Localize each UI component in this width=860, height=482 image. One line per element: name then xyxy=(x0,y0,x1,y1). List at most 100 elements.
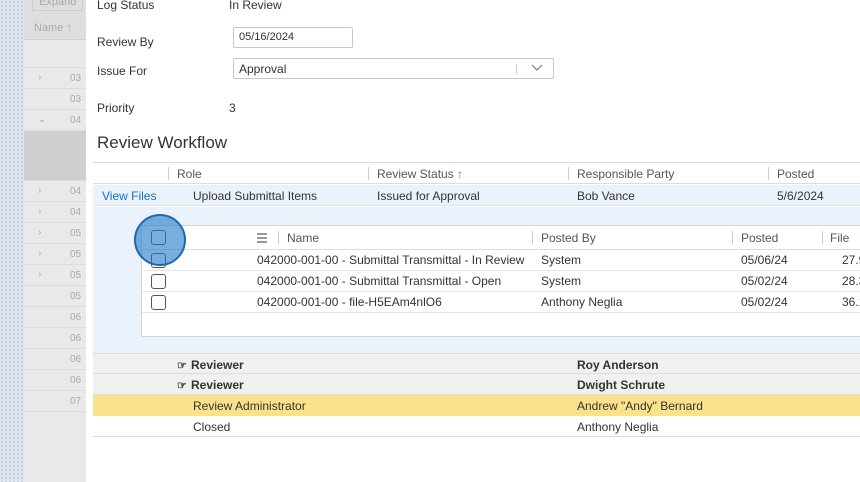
priority-value: 3 xyxy=(229,101,236,115)
background-grid-header: Expand Name ↑ xyxy=(24,0,86,40)
review-by-value: 05/16/2024 xyxy=(239,31,295,43)
list-item[interactable]: › 05 xyxy=(24,244,86,265)
file-size: 27.9 xyxy=(842,253,860,267)
filter-row xyxy=(24,40,86,68)
column-header-review-status[interactable]: Review Status ↑ xyxy=(377,167,463,181)
issue-for-value: Approval xyxy=(239,62,287,76)
list-item[interactable]: 05 xyxy=(24,286,86,307)
role-cell: Upload Submittal Items xyxy=(193,189,318,203)
column-divider xyxy=(822,231,823,244)
responsible-party-cell: Andrew "Andy" Bernard xyxy=(577,399,703,413)
chevron-right-icon[interactable]: › xyxy=(38,248,41,259)
menu-icon[interactable] xyxy=(257,233,267,245)
column-header-file[interactable]: File xyxy=(830,231,849,245)
file-row[interactable]: 042000-001-00 - file-H5EAm4nlO6 Anthony … xyxy=(142,292,860,313)
background-pattern xyxy=(0,0,24,482)
column-header-responsible-party[interactable]: Responsible Party xyxy=(577,167,674,181)
posted-date: 05/02/24 xyxy=(741,295,788,309)
responsible-party-cell: Dwight Schrute xyxy=(577,378,666,392)
role-cell: Review Administrator xyxy=(193,399,306,413)
role-cell: ☞ Reviewer xyxy=(177,358,244,372)
responsible-party-cell: Bob Vance xyxy=(577,189,635,203)
list-item[interactable]: › 04 xyxy=(24,202,86,223)
detail-panel: Log Status In Review Review By 05/16/202… xyxy=(86,0,860,482)
hand-pointer-icon: ☞ xyxy=(177,360,187,372)
workflow-table-header: Role Review Status ↑ Responsible Party P… xyxy=(93,162,860,184)
file-size: 36.1 xyxy=(842,295,860,309)
name-column-header[interactable]: Name ↑ xyxy=(34,22,72,34)
table-row[interactable]: Closed Anthony Neglia xyxy=(93,416,860,437)
files-table: Name Posted By Posted File 042000-001-00… xyxy=(141,225,860,337)
role-cell: ☞ Reviewer xyxy=(177,378,244,392)
log-status-value: In Review xyxy=(229,0,282,12)
role-cell: Closed xyxy=(193,420,231,434)
list-item[interactable]: 07 xyxy=(24,391,86,412)
column-header-posted[interactable]: Posted xyxy=(777,167,814,181)
list-item[interactable]: 06 xyxy=(24,370,86,391)
column-header-name[interactable]: Name xyxy=(287,231,319,245)
table-row[interactable]: View Files Upload Submittal Items Issued… xyxy=(93,185,860,206)
log-status-label: Log Status xyxy=(97,0,155,12)
column-divider xyxy=(768,167,769,180)
posted-date: 05/06/24 xyxy=(741,253,788,267)
column-divider xyxy=(368,167,369,180)
column-divider xyxy=(168,167,169,180)
issue-for-label: Issue For xyxy=(97,64,148,78)
files-table-header: Name Posted By Posted File xyxy=(142,226,860,250)
column-divider xyxy=(532,231,533,244)
file-name[interactable]: 042000-001-00 - Submittal Transmittal - … xyxy=(257,274,501,288)
list-item[interactable]: 03 xyxy=(24,89,86,110)
table-row[interactable]: ☞ Reviewer Roy Anderson xyxy=(93,353,860,374)
review-status-cell: Issued for Approval xyxy=(377,189,480,203)
column-divider xyxy=(568,167,569,180)
list-item[interactable]: 06 xyxy=(24,349,86,370)
responsible-party-cell: Roy Anderson xyxy=(577,358,659,372)
posted-by: System xyxy=(541,253,582,267)
table-row-highlighted[interactable]: Review Administrator Andrew "Andy" Berna… xyxy=(93,395,860,416)
chevron-down-icon[interactable] xyxy=(531,61,543,76)
table-row[interactable]: ☞ Reviewer Dwight Schrute xyxy=(93,374,860,395)
expand-button[interactable]: Expand xyxy=(32,0,84,11)
priority-label: Priority xyxy=(97,101,135,115)
column-header-role[interactable]: Role xyxy=(177,167,202,181)
column-divider xyxy=(278,231,279,244)
row-checkbox[interactable] xyxy=(151,274,166,289)
file-size: 28.3 xyxy=(842,274,860,288)
posted-by: System xyxy=(541,274,582,288)
section-title: Review Workflow xyxy=(97,133,228,152)
chevron-right-icon[interactable]: › xyxy=(38,269,41,280)
file-row[interactable]: 042000-001-00 - Submittal Transmittal - … xyxy=(142,271,860,292)
column-divider xyxy=(732,231,733,244)
list-item-selected[interactable] xyxy=(24,131,86,181)
row-checkbox[interactable] xyxy=(151,295,166,310)
list-item[interactable]: 06 xyxy=(24,307,86,328)
column-header-posted[interactable]: Posted xyxy=(741,231,778,245)
click-highlight-indicator xyxy=(134,214,186,266)
file-name[interactable]: 042000-001-00 - file-H5EAm4nlO6 xyxy=(257,295,442,309)
posted-by: Anthony Neglia xyxy=(541,295,623,309)
file-name[interactable]: 042000-001-00 - Submittal Transmittal - … xyxy=(257,253,524,267)
select-separator xyxy=(516,64,517,74)
review-by-label: Review By xyxy=(97,35,154,49)
list-item[interactable]: 06 xyxy=(24,328,86,349)
file-row[interactable]: 042000-001-00 - Submittal Transmittal - … xyxy=(142,250,860,271)
background-grid: Expand Name ↑ › 03 03 ⌄ 04 › 04 › 04 › 05 › 05… xyxy=(24,0,86,482)
list-item[interactable]: › 04 xyxy=(24,181,86,202)
list-item[interactable]: › 05 xyxy=(24,223,86,244)
chevron-right-icon[interactable]: › xyxy=(38,72,41,83)
chevron-right-icon[interactable]: › xyxy=(38,185,41,196)
list-item[interactable]: › 03 xyxy=(24,68,86,89)
chevron-right-icon[interactable]: › xyxy=(38,227,41,238)
view-files-link[interactable]: View Files xyxy=(102,189,156,203)
issue-for-select[interactable]: Approval xyxy=(233,58,554,79)
chevron-down-icon[interactable]: ⌄ xyxy=(38,114,46,125)
list-item[interactable]: › 05 xyxy=(24,265,86,286)
responsible-party-cell: Anthony Neglia xyxy=(577,420,659,434)
posted-cell: 5/6/2024 xyxy=(777,189,824,203)
list-item[interactable]: ⌄ 04 xyxy=(24,110,86,131)
chevron-right-icon[interactable]: › xyxy=(38,206,41,217)
sort-up-icon: ↑ xyxy=(457,167,464,181)
posted-date: 05/02/24 xyxy=(741,274,788,288)
review-by-input[interactable]: 05/16/2024 xyxy=(233,27,353,48)
column-header-posted-by[interactable]: Posted By xyxy=(541,231,596,245)
